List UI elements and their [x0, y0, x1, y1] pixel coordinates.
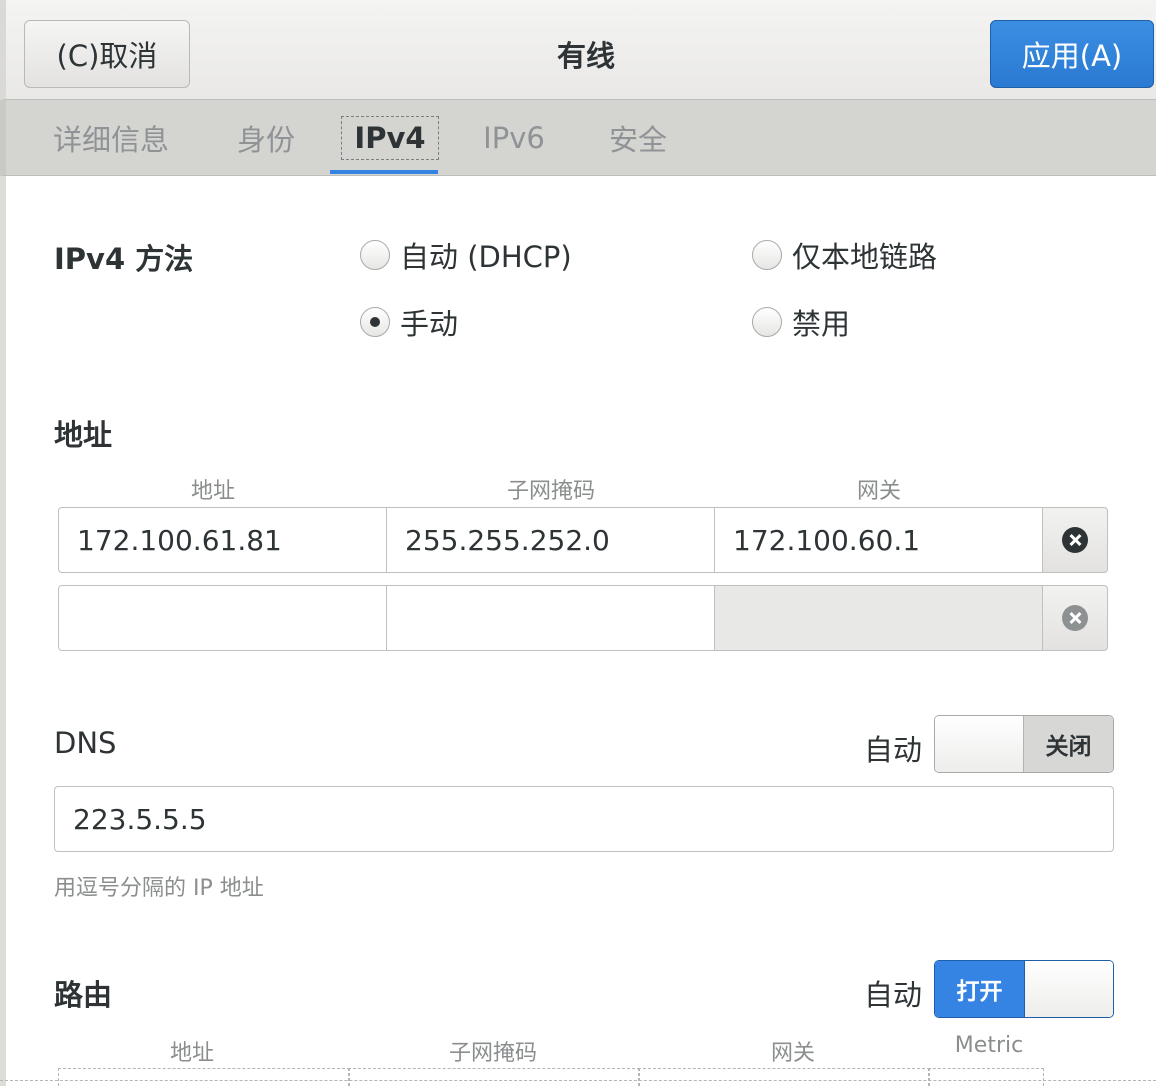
routes-section-title: 路由 [54, 978, 113, 1012]
route-address-field[interactable] [58, 1068, 350, 1086]
route-metric-column-header: Metric [954, 1033, 1024, 1058]
tab-ipv6[interactable]: IPv6 [478, 100, 550, 176]
tab-details[interactable]: 详细信息 [46, 100, 176, 176]
route-metric-field[interactable] [928, 1068, 1044, 1086]
dns-section-title: DNS [54, 726, 117, 760]
route-gateway-column-header: 网关 [770, 1041, 815, 1066]
delete-icon [1062, 527, 1088, 553]
route-address-column-header: 地址 [169, 1041, 214, 1066]
route-gateway-field[interactable] [638, 1068, 930, 1086]
dns-hint: 用逗号分隔的 IP 地址 [54, 876, 264, 901]
netmask-field[interactable] [386, 585, 716, 651]
netmask-field[interactable]: 255.255.252.0 [386, 507, 716, 573]
delete-icon [1062, 605, 1088, 631]
tab-identity[interactable]: 身份 [228, 100, 304, 176]
cancel-button[interactable]: (C)取消 [24, 20, 190, 88]
radio-button-icon[interactable] [360, 240, 390, 270]
method-disabled[interactable]: 禁用 [752, 301, 850, 343]
radio-button-icon[interactable] [752, 307, 782, 337]
netmask-column-header: 子网掩码 [506, 479, 595, 504]
routes-auto-label: 自动 [864, 978, 923, 1012]
delete-address-button[interactable] [1042, 507, 1108, 573]
routes-auto-switch[interactable]: 打开 [934, 960, 1114, 1018]
delete-address-button[interactable] [1042, 585, 1108, 651]
tab-security[interactable]: 安全 [600, 100, 676, 176]
radio-button-icon[interactable] [752, 240, 782, 270]
method-auto-dhcp[interactable]: 自动 (DHCP) [360, 234, 572, 276]
switch-state-label: 关闭 [1024, 716, 1113, 772]
scroll-edge-divider [0, 1080, 1156, 1081]
method-manual[interactable]: 手动 [360, 301, 458, 343]
gateway-column-header: 网关 [856, 479, 901, 504]
dns-auto-label: 自动 [864, 733, 923, 767]
tab-bar: 详细信息 身份 IPv4 IPv6 安全 [0, 100, 1156, 176]
switch-knob [935, 716, 1024, 772]
active-tab-indicator [330, 170, 438, 174]
dns-auto-switch[interactable]: 关闭 [934, 715, 1114, 773]
apply-button[interactable]: 应用(A) [990, 20, 1154, 88]
route-netmask-field[interactable] [348, 1068, 640, 1086]
dns-servers-input[interactable]: 223.5.5.5 [54, 786, 1114, 852]
address-field[interactable] [58, 585, 388, 651]
switch-knob [1024, 961, 1113, 1017]
address-field[interactable]: 172.100.61.81 [58, 507, 388, 573]
window-edge [0, 176, 6, 1086]
dialog-title: 有线 [556, 39, 615, 73]
gateway-field[interactable]: 172.100.60.1 [714, 507, 1044, 573]
radio-button-checked-icon[interactable] [360, 307, 390, 337]
tab-ipv4[interactable]: IPv4 [336, 100, 444, 176]
gateway-field [714, 585, 1044, 651]
route-netmask-column-header: 子网掩码 [448, 1041, 537, 1066]
method-link-local[interactable]: 仅本地链路 [752, 234, 937, 276]
header-bar: (C)取消 有线 应用(A) [0, 0, 1156, 100]
ipv4-method-label: IPv4 方法 [54, 242, 194, 276]
switch-state-label: 打开 [935, 961, 1024, 1017]
addresses-section-title: 地址 [54, 418, 113, 452]
address-column-header: 地址 [190, 479, 235, 504]
